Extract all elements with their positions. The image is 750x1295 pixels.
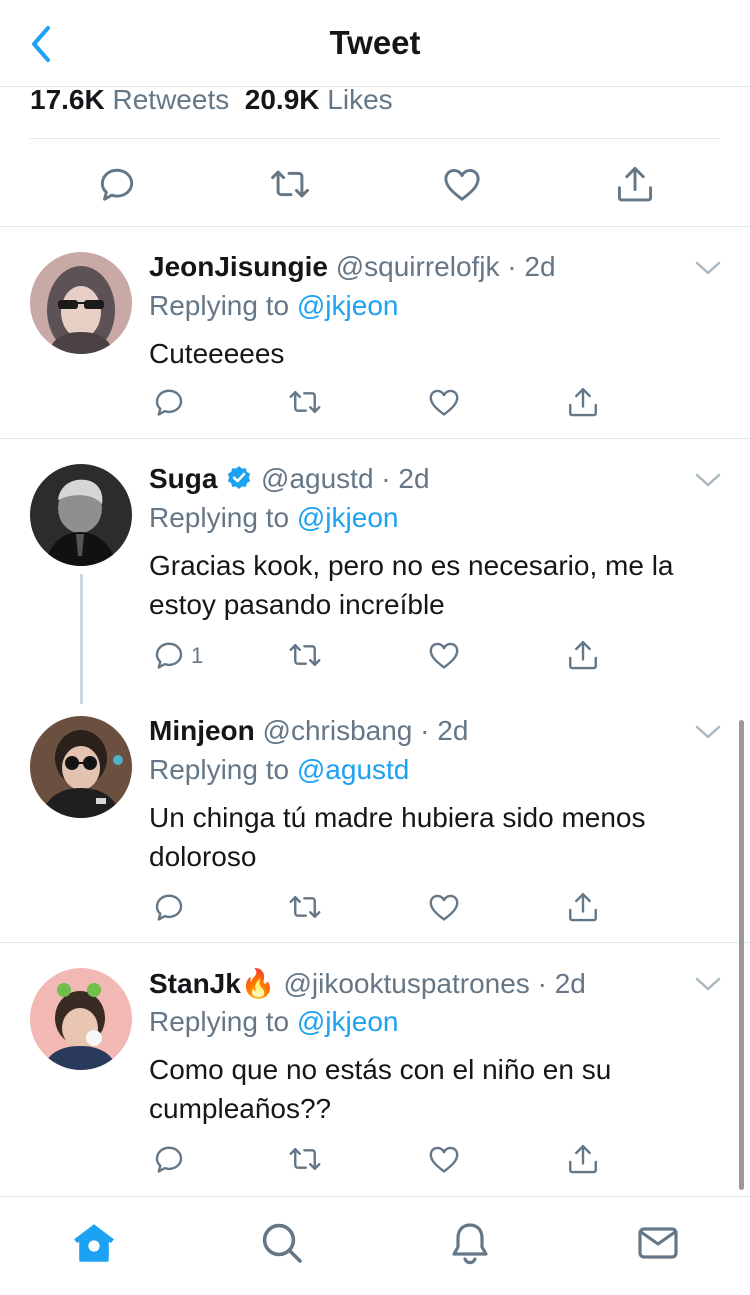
tweet-text: Como que no estás con el niño en su cump…	[149, 1054, 612, 1124]
mention-link[interactable]: @jkjeon	[297, 1006, 399, 1037]
mention-link[interactable]: @jkjeon	[297, 502, 399, 533]
home-icon[interactable]	[70, 1219, 118, 1267]
tweet-text: Cuteeeees	[149, 338, 285, 369]
caret-down-icon[interactable]	[694, 722, 722, 742]
timestamp: 2d	[554, 968, 586, 999]
reply-action-bar: 1	[149, 637, 609, 677]
reply-icon[interactable]	[151, 1141, 187, 1177]
retweet-icon[interactable]	[287, 637, 323, 673]
avatar[interactable]	[30, 716, 132, 818]
replying-to: Replying to @jkjeon	[149, 290, 398, 322]
header-divider	[0, 86, 750, 87]
reply-icon[interactable]	[151, 637, 187, 673]
retweet-icon[interactable]	[287, 1141, 323, 1177]
divider	[0, 226, 750, 227]
scrollbar[interactable]	[739, 720, 744, 1190]
author-name[interactable]: StanJk	[149, 968, 241, 999]
replying-to: Replying to @jkjeon	[149, 502, 398, 534]
replying-prefix: Replying to	[149, 754, 290, 785]
author-handle[interactable]: @agustd	[261, 463, 374, 494]
mention-link[interactable]: @agustd	[297, 754, 410, 785]
author-line: Minjeon @chrisbang · 2d	[149, 715, 469, 746]
tweet-text: Gracias kook, pero no es necesario, me l…	[149, 550, 674, 620]
mention-link[interactable]: @jkjeon	[297, 290, 399, 321]
like-icon[interactable]	[426, 637, 462, 673]
caret-down-icon[interactable]	[694, 974, 722, 994]
like-icon[interactable]	[426, 1141, 462, 1177]
messages-icon[interactable]	[634, 1219, 682, 1267]
share-icon[interactable]	[565, 637, 601, 673]
author-handle[interactable]: @chrisbang	[263, 715, 413, 746]
reply-action-bar	[149, 384, 609, 424]
author-line: Suga @agustd · 2d	[149, 463, 430, 494]
page-title: Tweet	[329, 24, 421, 61]
replying-prefix: Replying to	[149, 290, 290, 321]
share-icon[interactable]	[565, 1141, 601, 1177]
replying-prefix: Replying to	[149, 502, 290, 533]
share-icon[interactable]	[565, 889, 601, 925]
retweets-label[interactable]: Retweets	[113, 84, 230, 115]
reply-icon[interactable]	[151, 384, 187, 420]
thread-connector	[80, 574, 83, 704]
retweets-count[interactable]: 17.6K	[30, 84, 105, 115]
author-line: JeonJisungie @squirrelofjk · 2d	[149, 251, 556, 282]
stats-divider	[30, 138, 720, 139]
top-nav-bar: Tweet	[0, 0, 750, 88]
timestamp: 2d	[398, 463, 430, 494]
author-name[interactable]: Minjeon	[149, 715, 255, 746]
likes-count[interactable]: 20.9K	[245, 84, 320, 115]
avatar[interactable]	[30, 464, 132, 566]
caret-down-icon[interactable]	[694, 258, 722, 278]
author-handle[interactable]: @squirrelofjk	[336, 251, 500, 282]
bottom-tab-bar	[0, 1196, 750, 1295]
timestamp: 2d	[524, 251, 556, 282]
reply-icon[interactable]	[151, 889, 187, 925]
reply-count: 1	[191, 643, 204, 668]
share-icon[interactable]	[565, 384, 601, 420]
avatar[interactable]	[30, 968, 132, 1070]
author-line: StanJk🔥 @jikooktuspatrones · 2d	[149, 968, 586, 999]
divider	[0, 438, 750, 439]
reply-icon[interactable]	[95, 162, 139, 206]
reply-action-bar	[149, 1141, 609, 1181]
timestamp: 2d	[437, 715, 469, 746]
verified-badge-icon	[225, 464, 253, 492]
retweet-icon[interactable]	[268, 162, 312, 206]
share-icon[interactable]	[613, 162, 657, 206]
fire-emoji-icon: 🔥	[240, 968, 276, 999]
replying-to: Replying to @jkjeon	[149, 1006, 398, 1038]
avatar[interactable]	[30, 252, 132, 354]
author-name[interactable]: JeonJisungie	[149, 251, 328, 282]
likes-label[interactable]: Likes	[327, 84, 392, 115]
like-icon[interactable]	[440, 162, 484, 206]
search-icon[interactable]	[258, 1219, 306, 1267]
tweet-stats: 17.6K Retweets 20.9K Likes	[30, 84, 393, 116]
divider	[0, 942, 750, 943]
tweet-action-bar	[0, 150, 750, 226]
author-handle[interactable]: @jikooktuspatrones	[283, 968, 529, 999]
tweet-text: Un chinga tú madre hubiera sido menos do…	[149, 802, 646, 872]
retweet-icon[interactable]	[287, 384, 323, 420]
like-icon[interactable]	[426, 889, 462, 925]
replying-prefix: Replying to	[149, 1006, 290, 1037]
retweet-icon[interactable]	[287, 889, 323, 925]
caret-down-icon[interactable]	[694, 470, 722, 490]
like-icon[interactable]	[426, 384, 462, 420]
replying-to: Replying to @agustd	[149, 754, 409, 786]
reply-action-bar	[149, 889, 609, 929]
author-name[interactable]: Suga	[149, 463, 217, 494]
notifications-icon[interactable]	[446, 1219, 494, 1267]
